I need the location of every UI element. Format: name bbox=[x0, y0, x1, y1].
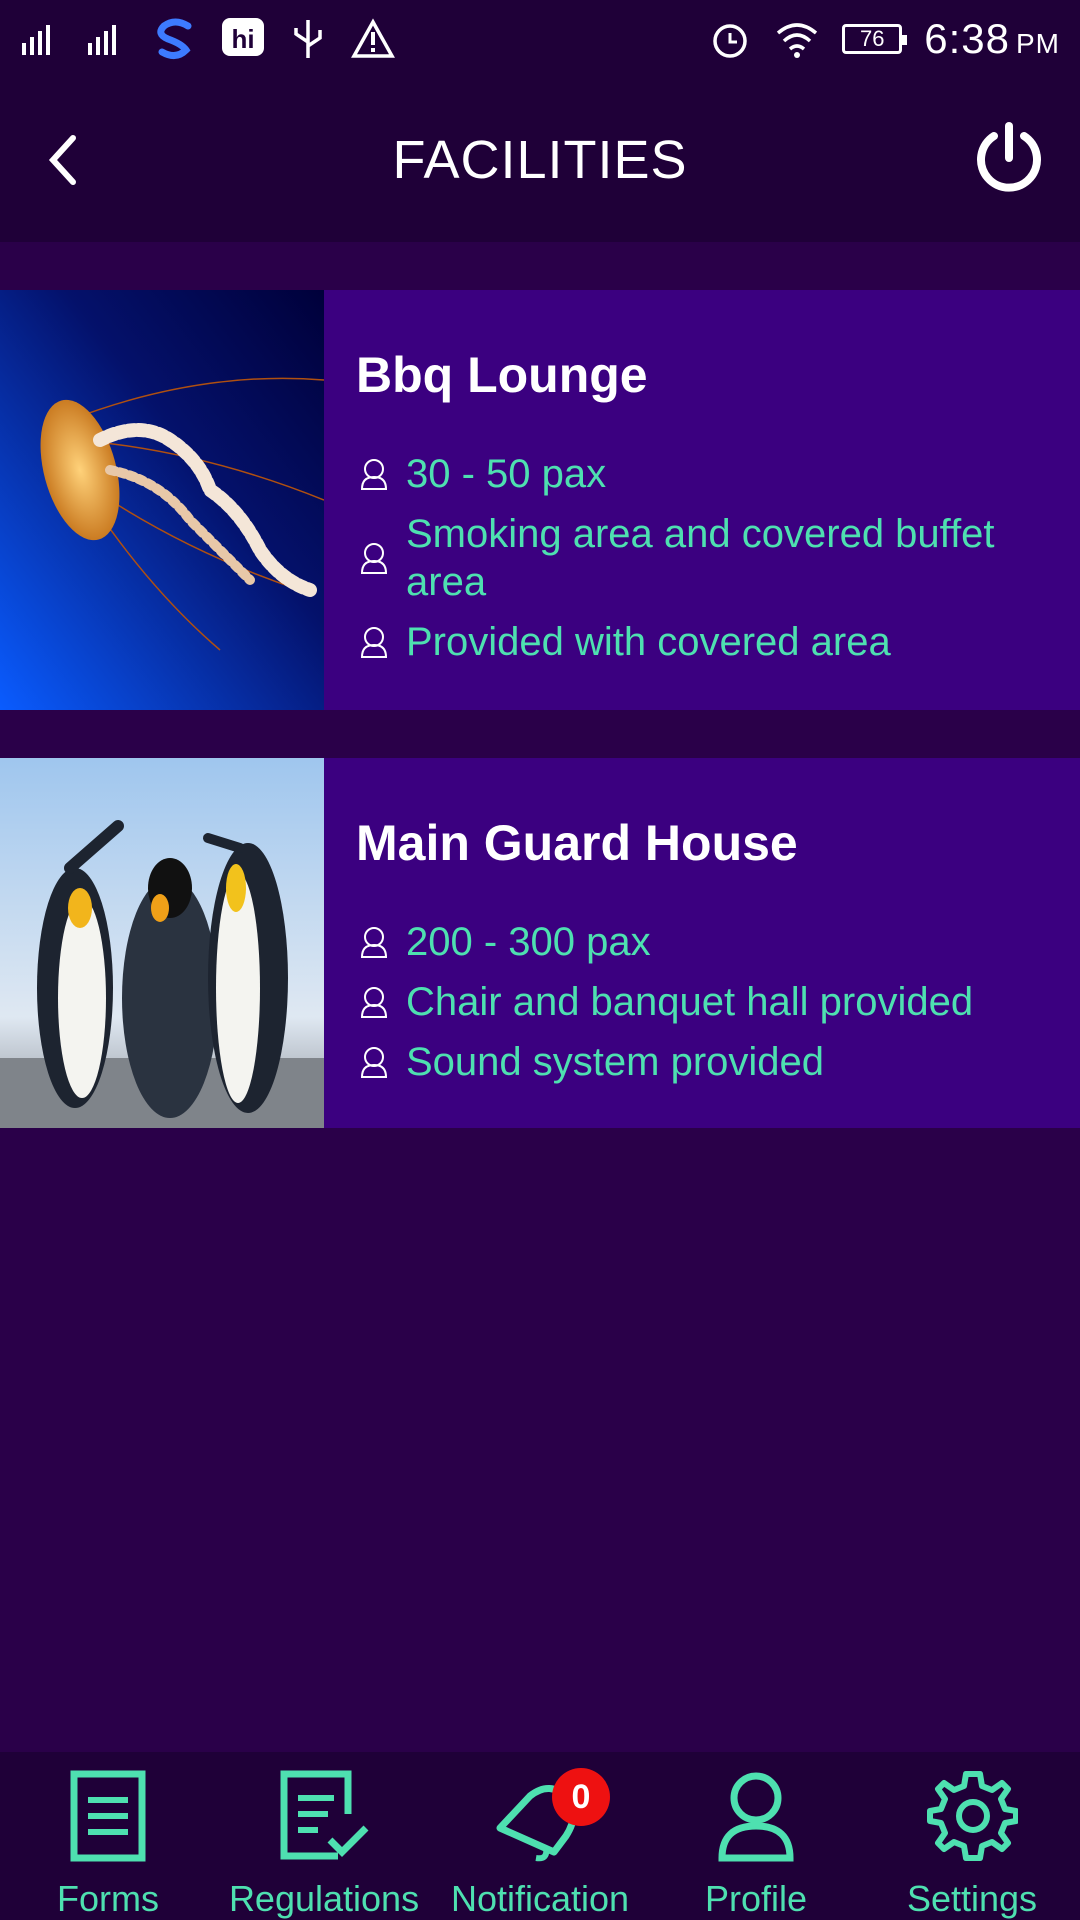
jellyfish-image bbox=[0, 290, 324, 710]
hi-app-icon: hi bbox=[220, 16, 266, 62]
person-outline-icon bbox=[356, 984, 392, 1020]
nav-label: Profile bbox=[704, 1878, 808, 1919]
top-app-bar: FACILITIES bbox=[0, 78, 1080, 242]
nav-notification[interactable]: 0 Notification bbox=[432, 1752, 648, 1920]
person-outline-icon bbox=[356, 924, 392, 960]
nav-profile[interactable]: Profile bbox=[648, 1752, 864, 1920]
status-left: hi bbox=[20, 16, 396, 62]
nav-label: Regulations bbox=[228, 1878, 420, 1919]
person-outline-icon bbox=[356, 540, 392, 576]
feature-row: Smoking area and covered buffet area bbox=[356, 510, 1050, 606]
feature-text: Sound system provided bbox=[406, 1040, 825, 1084]
status-right: 76 6:38 PM bbox=[708, 15, 1060, 63]
usb-icon bbox=[288, 16, 328, 62]
facility-card[interactable]: Bbq Lounge 30 - 50 pax Smoking area and … bbox=[0, 290, 1080, 710]
feature-text: Chair and banquet hall provided bbox=[406, 980, 974, 1024]
nav-forms[interactable]: Forms bbox=[0, 1752, 216, 1920]
status-clock: 6:38 PM bbox=[924, 15, 1060, 63]
nav-label: Forms bbox=[57, 1878, 159, 1919]
gear-icon bbox=[922, 1766, 1022, 1866]
facility-details: Main Guard House 200 - 300 pax Chair and… bbox=[324, 758, 1080, 1128]
person-icon bbox=[706, 1766, 806, 1866]
checklist-icon bbox=[274, 1766, 374, 1866]
feature-row: Sound system provided bbox=[356, 1038, 1050, 1086]
document-icon bbox=[58, 1766, 158, 1866]
clock-time: 6:38 bbox=[924, 15, 1010, 62]
warning-icon bbox=[350, 18, 396, 60]
penguins-image bbox=[0, 758, 324, 1128]
feature-text: 30 - 50 pax bbox=[406, 452, 607, 496]
svg-text:hi: hi bbox=[231, 24, 254, 54]
logout-button[interactable] bbox=[964, 114, 1054, 204]
feature-text: Smoking area and covered buffet area bbox=[406, 512, 995, 604]
nav-label: Settings bbox=[906, 1878, 1038, 1919]
facility-card[interactable]: Main Guard House 200 - 300 pax Chair and… bbox=[0, 758, 1080, 1128]
person-outline-icon bbox=[356, 1044, 392, 1080]
back-button[interactable] bbox=[38, 130, 88, 190]
nav-regulations[interactable]: Regulations bbox=[216, 1752, 432, 1920]
nav-settings[interactable]: Settings bbox=[864, 1752, 1080, 1920]
chevron-left-icon bbox=[48, 135, 76, 185]
signal-2-icon bbox=[86, 21, 130, 57]
facility-details: Bbq Lounge 30 - 50 pax Smoking area and … bbox=[324, 290, 1080, 710]
wifi-icon bbox=[774, 19, 820, 59]
feature-text: Provided with covered area bbox=[406, 620, 891, 664]
notification-badge: 0 bbox=[552, 1768, 610, 1826]
signal-icon bbox=[20, 21, 64, 57]
feature-text: 200 - 300 pax bbox=[406, 920, 651, 964]
alarm-icon bbox=[708, 17, 752, 61]
facility-list: Bbq Lounge 30 - 50 pax Smoking area and … bbox=[0, 290, 1080, 1176]
feature-row: Provided with covered area bbox=[356, 618, 1050, 666]
page-title: FACILITIES bbox=[392, 130, 688, 190]
feature-row: 200 - 300 pax bbox=[356, 918, 1050, 966]
clock-ampm: PM bbox=[1016, 28, 1060, 59]
bottom-navigation: Forms Regulations 0 Notification Profile… bbox=[0, 1752, 1080, 1920]
facility-name: Bbq Lounge bbox=[356, 347, 648, 403]
s-app-icon bbox=[152, 16, 198, 62]
person-outline-icon bbox=[356, 456, 392, 492]
nav-label: Notification bbox=[450, 1878, 630, 1919]
facility-name: Main Guard House bbox=[356, 815, 798, 871]
battery-icon: 76 bbox=[842, 24, 908, 54]
person-outline-icon bbox=[356, 624, 392, 660]
power-icon bbox=[977, 122, 1041, 192]
feature-row: 30 - 50 pax bbox=[356, 450, 1050, 498]
status-bar: hi 76 6:38 PM bbox=[0, 0, 1080, 78]
feature-row: Chair and banquet hall provided bbox=[356, 978, 1050, 1026]
